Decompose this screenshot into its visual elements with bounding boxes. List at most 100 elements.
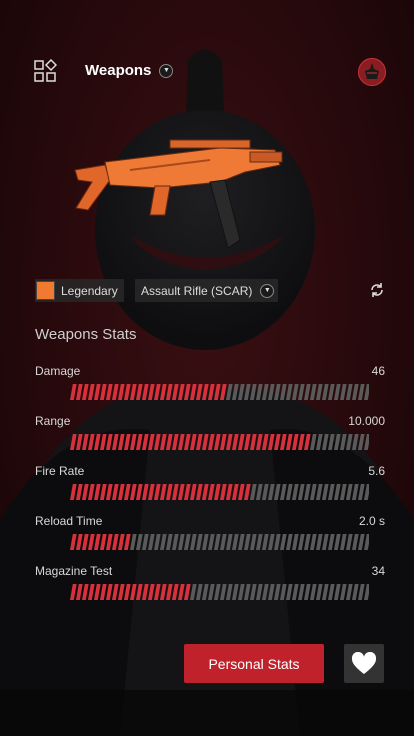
stat-label: Fire Rate <box>35 464 85 478</box>
stat-bar-segment-empty <box>316 484 323 500</box>
stat-bar-segment-empty <box>340 384 347 400</box>
personal-stats-button[interactable]: Personal Stats <box>184 644 324 683</box>
stat-bar-segment-filled <box>178 484 185 500</box>
stat-bar-segment-filled <box>106 484 113 500</box>
stat-bar-segment-filled <box>148 384 155 400</box>
stat-bar-segment-empty <box>274 584 281 600</box>
page-title: Weapons <box>85 62 152 79</box>
stat-bar-segment-empty <box>352 434 359 450</box>
stat-bar-segment-filled <box>118 484 125 500</box>
stat-bar-segment-filled <box>298 434 305 450</box>
stat-bar-segment-empty <box>358 534 365 550</box>
stat-bar-segment-filled <box>238 484 245 500</box>
stat-bar-segment-filled <box>154 384 161 400</box>
stat-bar-segment-filled <box>190 384 197 400</box>
stat-bar-segment-filled <box>160 384 167 400</box>
stat-bar-segment-empty <box>190 584 197 600</box>
stat-bar-segment-empty <box>256 534 263 550</box>
stat-bar-segment-empty <box>226 534 233 550</box>
stat-bar-segment-empty <box>298 534 305 550</box>
stat-bar-segment-filled <box>232 434 239 450</box>
stat-bar-segment-empty <box>358 484 365 500</box>
stat-bar-segment-empty <box>208 534 215 550</box>
rarity-badge[interactable]: Legendary <box>35 279 124 302</box>
stat-bar-segment-filled <box>94 584 101 600</box>
stat-bar-segment-filled <box>262 434 269 450</box>
stat-bar-segment-empty <box>364 484 369 500</box>
stat-bar-segment-filled <box>70 484 77 500</box>
chevron-down-icon[interactable]: ▼ <box>159 63 174 78</box>
stat-bar-segment-empty <box>178 534 185 550</box>
rarity-label: Legendary <box>61 283 118 298</box>
stat-bar-segment-empty <box>346 584 353 600</box>
stat-bar-segment-filled <box>118 534 125 550</box>
heart-icon <box>351 651 377 674</box>
stat-bar-segment-empty <box>286 384 293 400</box>
stat-bar-segment-filled <box>124 534 131 550</box>
stat-damage: Damage 46 <box>35 364 385 406</box>
stat-bar-segment-empty <box>166 534 173 550</box>
stat-bar-segment-filled <box>220 434 227 450</box>
stat-bar-segment-filled <box>118 584 125 600</box>
stat-bar-segment-filled <box>214 384 221 400</box>
stat-bar-segment-empty <box>358 584 365 600</box>
stat-bar-segment-filled <box>130 484 137 500</box>
category-selector[interactable]: Weapons ▼ <box>85 62 174 79</box>
stat-bar-segment-empty <box>304 584 311 600</box>
favorite-button[interactable] <box>344 644 384 683</box>
weapon-type-select[interactable]: Assault Rifle (SCAR) ▼ <box>135 279 279 302</box>
stat-bar-segment-empty <box>292 534 299 550</box>
stat-bar-segment-empty <box>352 534 359 550</box>
stat-bar-segment-empty <box>184 534 191 550</box>
stat-bar-segment-empty <box>292 584 299 600</box>
stat-bar-segment-filled <box>124 584 131 600</box>
stat-bar-segment-empty <box>298 584 305 600</box>
apps-icon[interactable] <box>33 59 57 83</box>
stat-bar-segment-filled <box>112 384 119 400</box>
stat-bar-segment-filled <box>112 534 119 550</box>
stat-bar-segment-filled <box>142 384 149 400</box>
stat-bar-segment-filled <box>166 584 173 600</box>
stat-bar-segment-filled <box>136 384 143 400</box>
stat-bar-segment-filled <box>136 484 143 500</box>
stat-bar-segment-filled <box>94 484 101 500</box>
stat-bar-segment-filled <box>88 434 95 450</box>
stat-bar-segment-empty <box>232 384 239 400</box>
stat-bar-segment-filled <box>172 484 179 500</box>
stat-bar-segment-filled <box>274 434 281 450</box>
stat-bar-segment-filled <box>70 434 77 450</box>
stat-bar-segment-filled <box>202 434 209 450</box>
stat-bar-segment-empty <box>292 384 299 400</box>
stat-bar-segment-filled <box>202 484 209 500</box>
stat-bar-segment-filled <box>76 584 83 600</box>
stat-bar-segment-filled <box>172 384 179 400</box>
stat-bar-segment-empty <box>262 584 269 600</box>
stat-bar-segment-empty <box>256 484 263 500</box>
stat-bar-segment-empty <box>226 584 233 600</box>
stat-bar-segment-filled <box>94 434 101 450</box>
stat-bar-segment-empty <box>250 584 257 600</box>
stat-bar-segment-filled <box>106 384 113 400</box>
refresh-icon[interactable] <box>369 282 385 298</box>
stat-bar-segment-filled <box>166 484 173 500</box>
stat-bar-segment-empty <box>268 484 275 500</box>
stat-bar-segment-empty <box>262 384 269 400</box>
stat-bar-segment-filled <box>142 584 149 600</box>
stat-bar-segment-empty <box>298 484 305 500</box>
stat-bar-segment-empty <box>250 534 257 550</box>
stat-bar-segment-filled <box>292 434 299 450</box>
stat-bar-segment-filled <box>256 434 263 450</box>
stat-bar-segment-filled <box>220 484 227 500</box>
stat-bar-segment-filled <box>82 484 89 500</box>
stat-bar-segment-filled <box>136 584 143 600</box>
stat-bar-segment-empty <box>334 434 341 450</box>
stat-bar-segment-empty <box>334 484 341 500</box>
stat-label: Magazine Test <box>35 564 113 578</box>
stat-bar-segment-empty <box>292 484 299 500</box>
stat-bar-segment-empty <box>364 384 369 400</box>
stat-bar-segment-empty <box>280 584 287 600</box>
stat-bar-segment-empty <box>310 584 317 600</box>
avatar[interactable] <box>358 58 386 86</box>
stat-bar <box>70 384 369 400</box>
stat-bar-segment-empty <box>328 534 335 550</box>
